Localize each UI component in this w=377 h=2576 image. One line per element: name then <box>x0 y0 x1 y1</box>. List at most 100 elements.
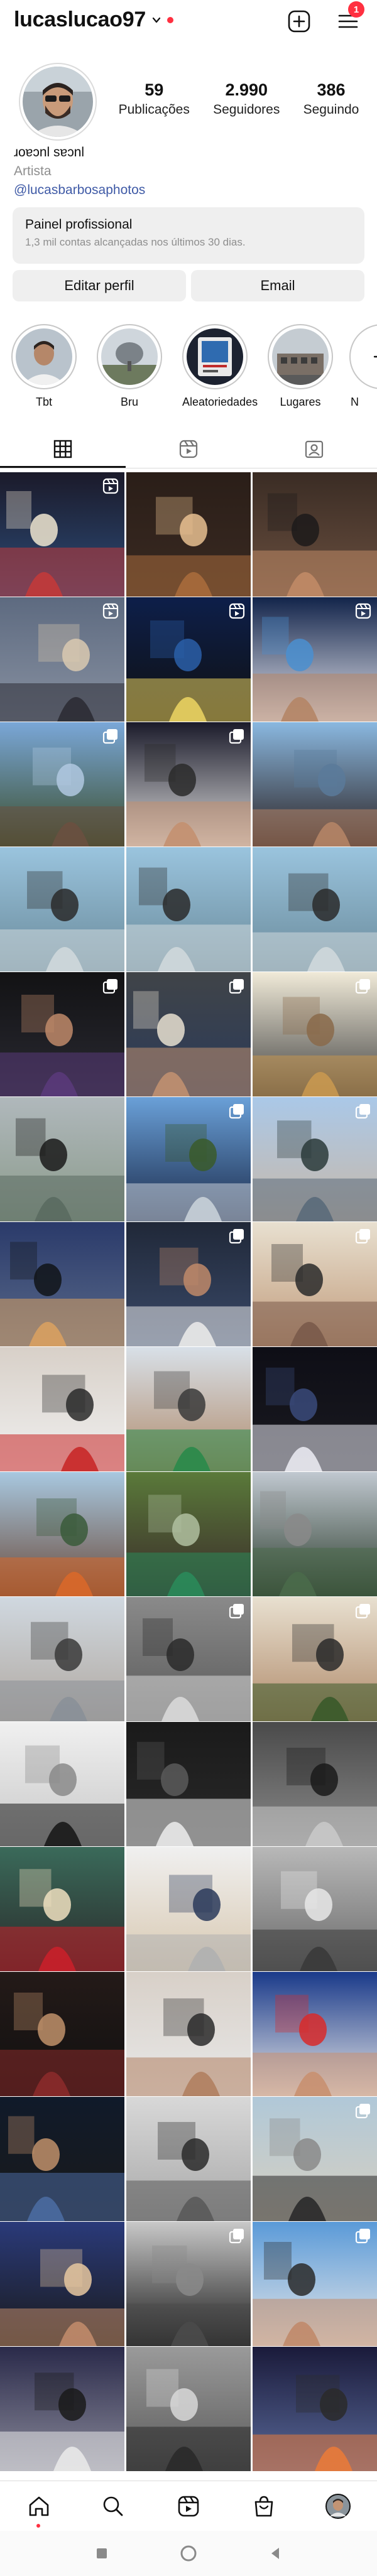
post-thumbnail <box>126 847 251 971</box>
highlight-new[interactable]: N <box>349 324 377 409</box>
grid-post[interactable] <box>0 597 124 722</box>
email-button[interactable]: Email <box>191 270 364 301</box>
grid-post[interactable] <box>0 472 124 597</box>
grid-post[interactable] <box>253 597 377 722</box>
carousel-badge-icon <box>229 979 244 994</box>
grid-post[interactable] <box>126 2347 251 2471</box>
post-thumbnail <box>0 2222 124 2346</box>
following-count[interactable]: 386 Seguindo <box>303 80 359 117</box>
grid-post[interactable] <box>126 472 251 597</box>
grid-post[interactable] <box>126 2097 251 2221</box>
grid-post[interactable] <box>0 1722 124 1846</box>
grid-post[interactable] <box>126 722 251 847</box>
profile-link[interactable]: @lucasbarbosaphotos <box>14 181 145 200</box>
highlight-tbt[interactable]: Tbt <box>11 324 77 409</box>
grid-post[interactable] <box>126 972 251 1096</box>
nav-shop[interactable] <box>250 2492 278 2520</box>
grid-post[interactable] <box>253 972 377 1096</box>
grid-post[interactable] <box>253 1097 377 1221</box>
grid-post[interactable] <box>253 2097 377 2221</box>
grid-post[interactable] <box>253 2222 377 2346</box>
post-thumbnail <box>0 1097 124 1221</box>
grid-post[interactable] <box>126 847 251 971</box>
profile-bio: ɹoɐɔnl sɐɔnl Artista @lucasbarbosaphotos <box>14 143 145 200</box>
grid-post[interactable] <box>0 972 124 1096</box>
tagged-icon <box>305 440 324 458</box>
recent-apps-icon[interactable] <box>94 2546 109 2561</box>
highlight-label: Aleatoriedades <box>182 396 258 408</box>
post-thumbnail <box>253 472 377 597</box>
posts-count[interactable]: 59 Publicações <box>119 80 190 117</box>
post-thumbnail <box>253 1972 377 2096</box>
active-tab-indicator <box>0 466 126 468</box>
grid-post[interactable] <box>253 2347 377 2471</box>
stat-value: 59 <box>145 80 164 99</box>
grid-post[interactable] <box>253 1722 377 1846</box>
grid-post[interactable] <box>253 1472 377 1596</box>
grid-post[interactable] <box>0 2222 124 2346</box>
grid-post[interactable] <box>126 1347 251 1471</box>
nav-reels[interactable] <box>175 2492 202 2520</box>
carousel-badge-icon <box>229 1104 244 1119</box>
grid-post[interactable] <box>253 1972 377 2096</box>
account-switcher[interactable]: lucaslucao97 <box>14 8 173 32</box>
followers-count[interactable]: 2.990 Seguidores <box>213 80 280 117</box>
grid-post[interactable] <box>126 1472 251 1596</box>
nav-home[interactable] <box>25 2492 53 2520</box>
tab-tagged[interactable] <box>251 430 377 468</box>
grid-post[interactable] <box>253 472 377 597</box>
grid-post[interactable] <box>126 1847 251 1971</box>
grid-post[interactable] <box>253 1597 377 1721</box>
home-icon <box>29 2496 49 2516</box>
professional-dashboard[interactable]: Painel profissional 1,3 mil contas alcan… <box>13 207 364 264</box>
grid-post[interactable] <box>0 722 124 847</box>
grid-post[interactable] <box>0 1847 124 1971</box>
plus-icon <box>373 355 377 358</box>
grid-post[interactable] <box>126 1597 251 1721</box>
grid-post[interactable] <box>253 1222 377 1346</box>
grid-post[interactable] <box>0 1597 124 1721</box>
grid-post[interactable] <box>0 2347 124 2471</box>
post-thumbnail <box>126 1347 251 1471</box>
post-thumbnail <box>0 847 124 971</box>
bottom-navigation <box>0 2481 377 2531</box>
highlight-lugares[interactable]: Lugares <box>268 324 333 409</box>
grid-post[interactable] <box>126 2222 251 2346</box>
grid-post[interactable] <box>126 1722 251 1846</box>
grid-post[interactable] <box>126 1097 251 1221</box>
grid-post[interactable] <box>0 2097 124 2221</box>
grid-post[interactable] <box>0 1472 124 1596</box>
grid-post[interactable] <box>126 597 251 722</box>
grid-post[interactable] <box>126 1222 251 1346</box>
grid-post[interactable] <box>0 1222 124 1346</box>
grid-post[interactable] <box>0 847 124 971</box>
grid-post[interactable] <box>126 1972 251 2096</box>
post-thumbnail <box>0 2097 124 2221</box>
post-thumbnail <box>126 1972 251 2096</box>
carousel-badge-icon <box>355 2104 370 2119</box>
new-post-icon[interactable] <box>287 9 312 34</box>
profile-avatar <box>325 2494 351 2519</box>
highlight-bru[interactable]: Bru <box>97 324 162 409</box>
grid-post[interactable] <box>0 1972 124 2096</box>
carousel-badge-icon <box>102 729 117 744</box>
profile-tabs <box>0 430 377 468</box>
grid-post[interactable] <box>253 722 377 847</box>
grid-post[interactable] <box>253 847 377 971</box>
post-thumbnail <box>0 1347 124 1471</box>
grid-post[interactable] <box>253 1847 377 1971</box>
back-icon[interactable] <box>268 2546 283 2561</box>
highlight-aleatoriedades[interactable]: Aleatoriedades <box>182 324 258 409</box>
grid-post[interactable] <box>0 1347 124 1471</box>
edit-profile-button[interactable]: Editar perfil <box>13 270 186 301</box>
grid-post[interactable] <box>0 1097 124 1221</box>
home-button-icon[interactable] <box>180 2545 197 2562</box>
tab-posts-grid[interactable] <box>0 430 126 468</box>
grid-post[interactable] <box>253 1347 377 1471</box>
post-thumbnail <box>0 1972 124 2096</box>
nav-search[interactable] <box>99 2492 127 2520</box>
nav-profile[interactable] <box>324 2492 352 2520</box>
highlight-label: N <box>351 396 359 408</box>
tab-reels[interactable] <box>126 430 251 468</box>
profile-avatar[interactable] <box>23 67 93 137</box>
